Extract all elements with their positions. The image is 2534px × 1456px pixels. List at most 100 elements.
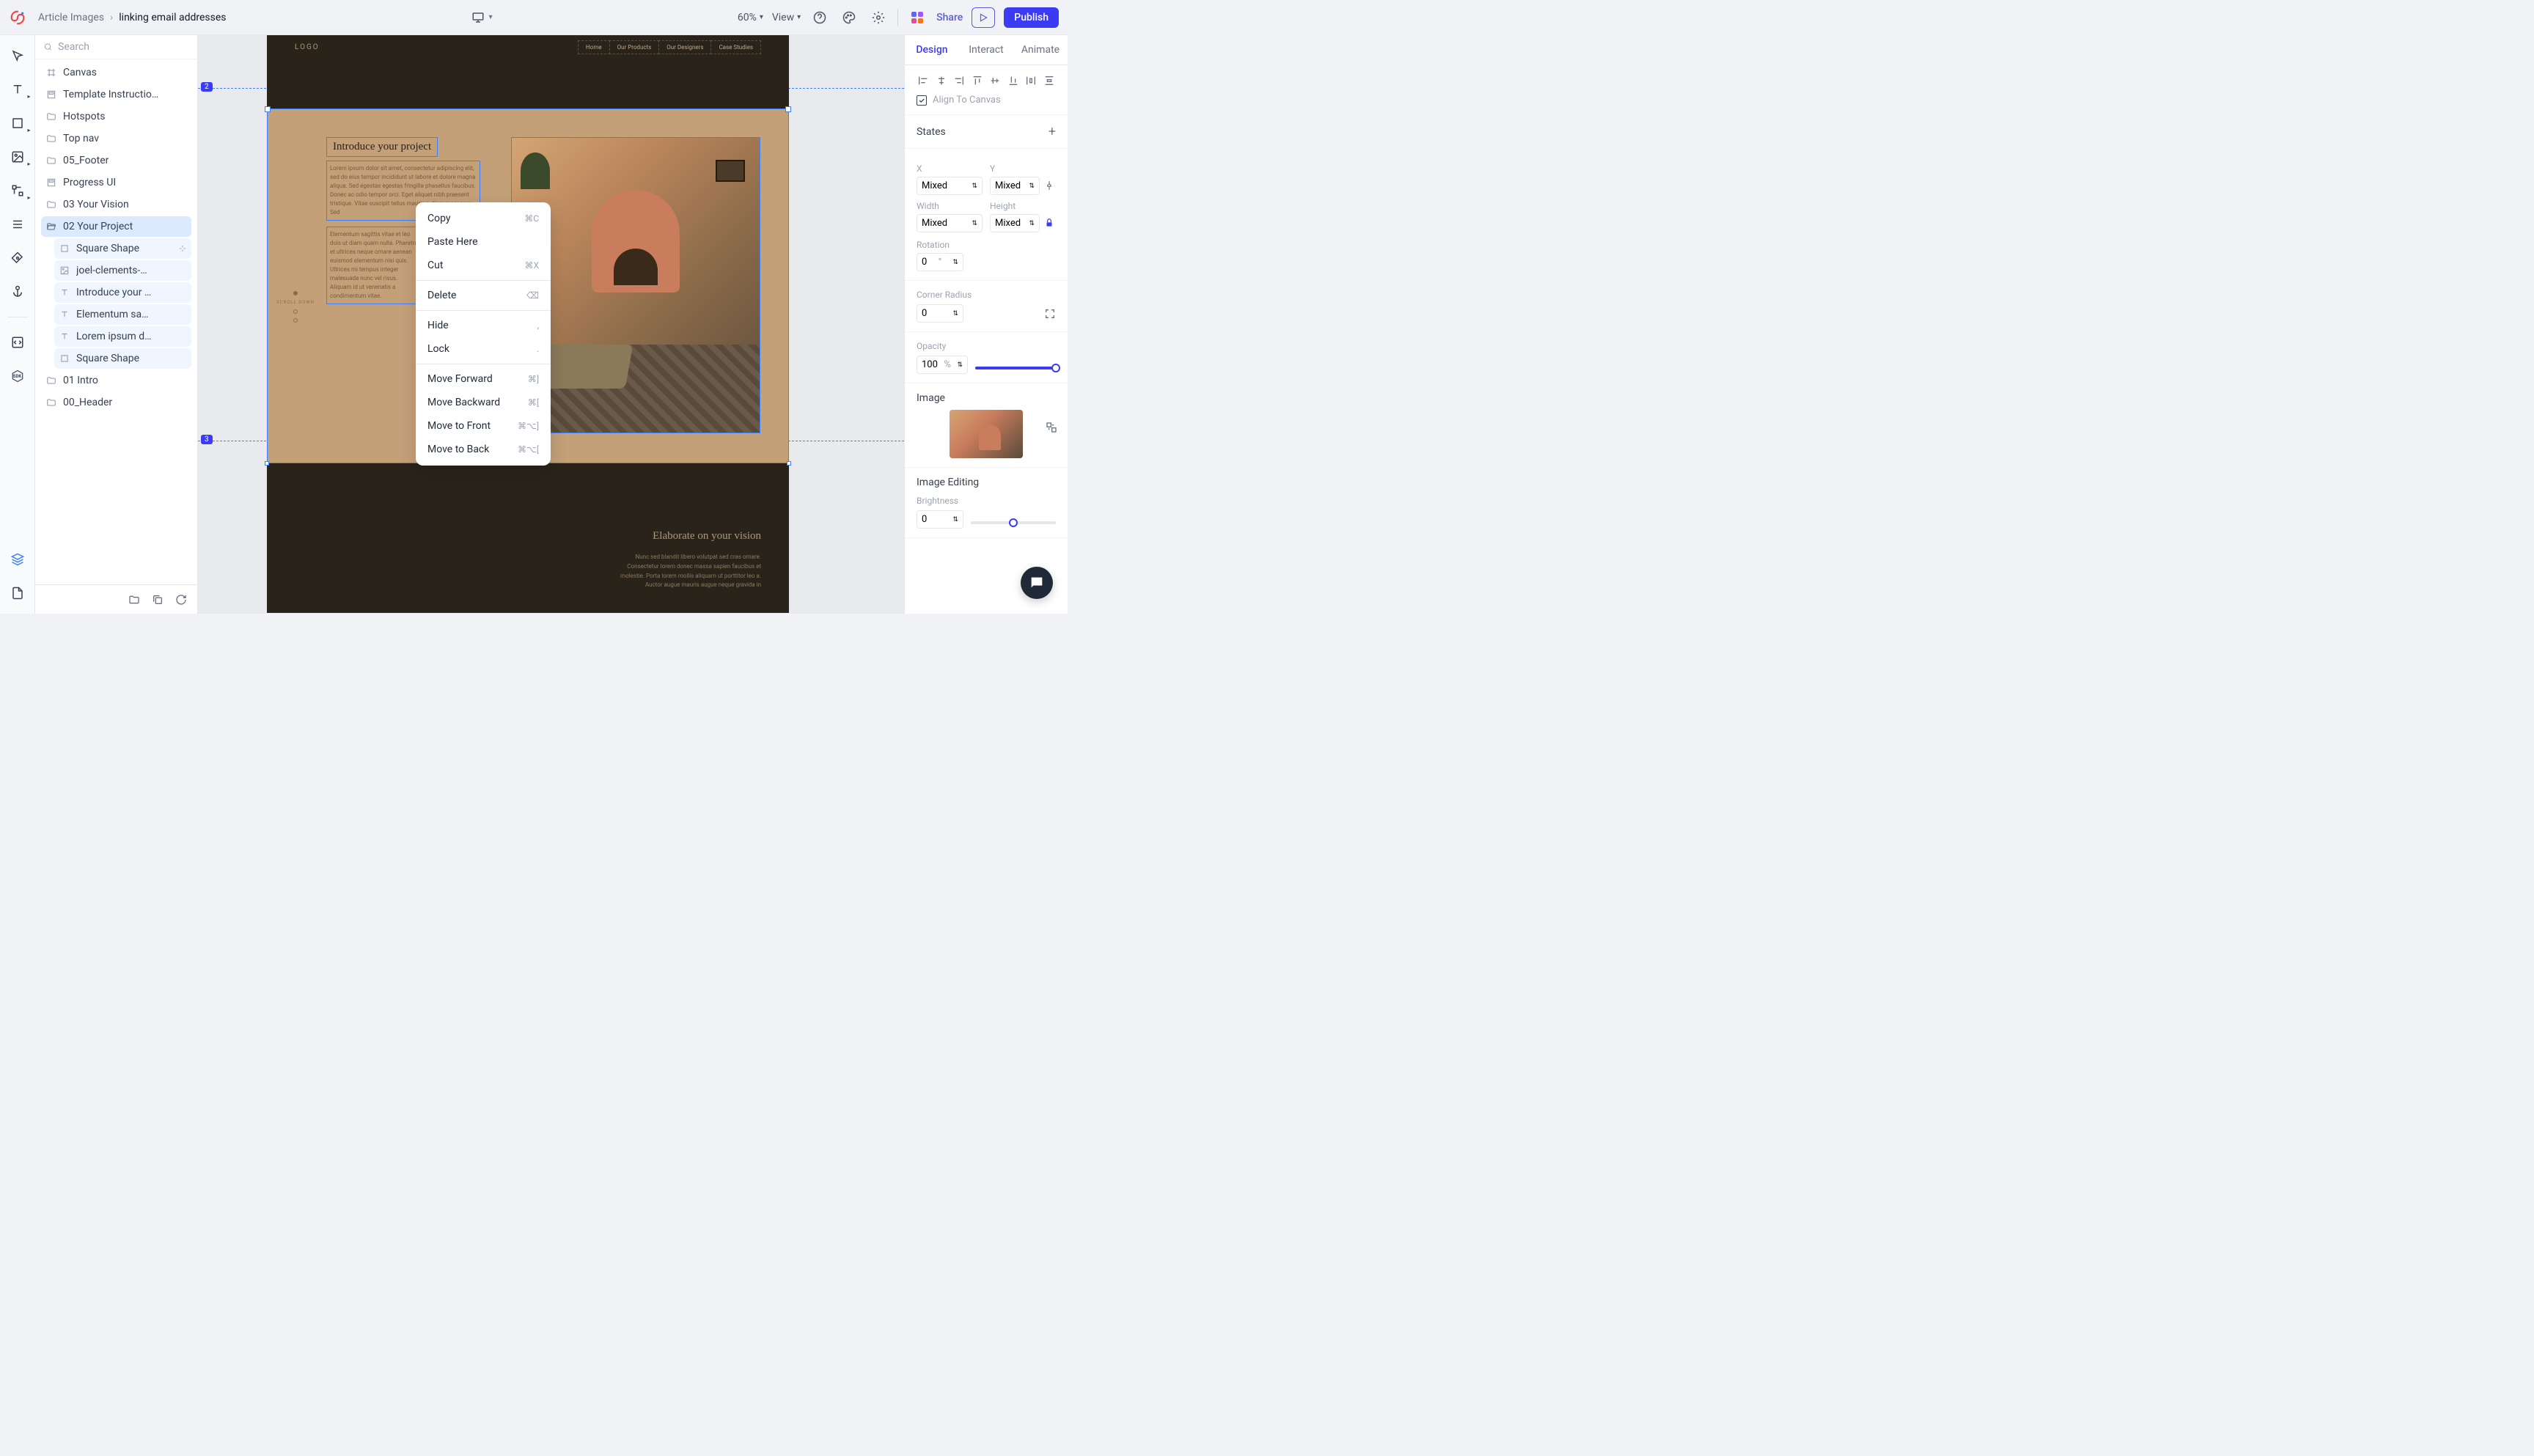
device-icon[interactable] bbox=[471, 11, 485, 24]
align-right-icon[interactable] bbox=[952, 74, 966, 87]
image-tool[interactable]: ▸ bbox=[9, 148, 26, 166]
opacity-input[interactable]: 100%⇅ bbox=[917, 356, 968, 374]
align-top-icon[interactable] bbox=[971, 74, 984, 87]
layer-item[interactable]: Hotspots bbox=[41, 106, 191, 127]
x-input[interactable]: Mixed⇅ bbox=[917, 177, 983, 195]
lines-tool[interactable] bbox=[9, 216, 26, 233]
shape-tool[interactable]: ▸ bbox=[9, 114, 26, 132]
layer-item[interactable]: 03 Your Vision bbox=[41, 194, 191, 215]
tab-design[interactable]: Design bbox=[905, 35, 959, 65]
canvas-area[interactable]: 2 3 LOGO HomeOur ProductsOur DesignersCa… bbox=[198, 35, 904, 614]
menu-item[interactable]: Delete⌫ bbox=[416, 284, 551, 307]
nav-item[interactable]: Case Studies bbox=[710, 40, 761, 54]
vision-paragraph: Nunc sed blandit libero volutpat sed cra… bbox=[614, 553, 761, 590]
select-tool[interactable] bbox=[9, 47, 26, 65]
brightness-input[interactable]: 0⇅ bbox=[917, 510, 963, 529]
path-tool[interactable]: ▸ bbox=[9, 182, 26, 199]
y-input[interactable]: Mixed⇅ bbox=[990, 177, 1040, 195]
text-tool[interactable]: ▸ bbox=[9, 81, 26, 98]
align-middle-icon[interactable] bbox=[988, 74, 1002, 87]
distribute-v-icon[interactable] bbox=[1043, 74, 1056, 87]
align-bottom-icon[interactable] bbox=[1007, 74, 1020, 87]
add-state-icon[interactable]: + bbox=[1049, 124, 1056, 139]
zoom-control[interactable]: 60% ▾ bbox=[738, 12, 763, 23]
brightness-slider[interactable] bbox=[971, 521, 1056, 524]
rotation-input[interactable]: 0°⇅ bbox=[917, 253, 963, 271]
pages-icon[interactable] bbox=[9, 584, 26, 602]
layer-item[interactable]: Progress UI bbox=[41, 172, 191, 193]
view-menu[interactable]: View ▾ bbox=[772, 12, 801, 23]
chat-bubble[interactable] bbox=[1021, 567, 1053, 599]
layer-item[interactable]: Canvas bbox=[41, 62, 191, 83]
distribute-h-icon[interactable] bbox=[1024, 74, 1038, 87]
lock-icon[interactable] bbox=[1044, 218, 1056, 229]
share-button[interactable]: Share bbox=[936, 12, 963, 23]
app-logo[interactable] bbox=[9, 9, 26, 26]
corner-radius-input[interactable]: 0⇅ bbox=[917, 304, 963, 323]
folder-icon[interactable] bbox=[128, 594, 140, 606]
checkbox-icon[interactable] bbox=[917, 95, 927, 106]
sdk-tool[interactable]: SDK bbox=[9, 367, 26, 385]
menu-item-label: Move Backward bbox=[427, 397, 500, 408]
nav-item[interactable]: Home bbox=[578, 40, 610, 54]
publish-button[interactable]: Publish bbox=[1004, 7, 1059, 28]
nav-item[interactable]: Our Designers bbox=[658, 40, 711, 54]
layers-icon[interactable] bbox=[9, 551, 26, 568]
width-input[interactable]: Mixed⇅ bbox=[917, 214, 983, 232]
tab-animate[interactable]: Animate bbox=[1013, 35, 1068, 65]
menu-item[interactable]: Move to Front⌘⌥] bbox=[416, 414, 551, 438]
swap-image-icon[interactable] bbox=[1046, 422, 1057, 433]
opacity-slider[interactable] bbox=[975, 367, 1056, 369]
apps-icon[interactable] bbox=[907, 7, 928, 28]
breadcrumb-current[interactable]: linking email addresses bbox=[119, 12, 226, 23]
align-left-icon[interactable] bbox=[917, 74, 930, 87]
anchor-tool[interactable] bbox=[9, 283, 26, 301]
menu-item[interactable]: Hide, bbox=[416, 314, 551, 337]
menu-item[interactable]: Paste Here bbox=[416, 230, 551, 254]
tab-interact[interactable]: Interact bbox=[959, 35, 1013, 65]
breadcrumb-parent[interactable]: Article Images bbox=[38, 12, 104, 23]
height-input[interactable]: Mixed⇅ bbox=[990, 214, 1040, 232]
layer-item[interactable]: 05_Footer bbox=[41, 150, 191, 171]
selection-handle[interactable] bbox=[265, 461, 269, 466]
intro-title[interactable]: Introduce your project bbox=[326, 137, 438, 157]
selection-handle[interactable] bbox=[787, 461, 791, 466]
chevron-down-icon[interactable]: ▾ bbox=[489, 13, 493, 21]
menu-item[interactable]: Copy⌘C bbox=[416, 207, 551, 230]
layer-item[interactable]: Elementum sa… bbox=[54, 304, 191, 325]
layer-label: Progress UI bbox=[63, 177, 116, 188]
layer-item[interactable]: Template Instructio… bbox=[41, 84, 191, 105]
menu-item[interactable]: Move Backward⌘[ bbox=[416, 391, 551, 414]
layer-item[interactable]: Square Shape bbox=[54, 238, 191, 259]
pen-tool[interactable] bbox=[9, 249, 26, 267]
align-center-h-icon[interactable] bbox=[935, 74, 948, 87]
menu-item-label: Delete bbox=[427, 290, 456, 301]
layer-item[interactable]: Square Shape bbox=[54, 348, 191, 369]
layer-item[interactable]: joel-clements-… bbox=[54, 260, 191, 281]
embed-tool[interactable] bbox=[9, 334, 26, 351]
layer-item[interactable]: Introduce your … bbox=[54, 282, 191, 303]
menu-item[interactable]: Cut⌘X bbox=[416, 254, 551, 277]
layer-item[interactable]: 02 Your Project bbox=[41, 216, 191, 237]
menu-item[interactable]: Move to Back⌘⌥[ bbox=[416, 438, 551, 461]
layer-item[interactable]: Top nav bbox=[41, 128, 191, 149]
square-icon bbox=[59, 353, 70, 364]
help-icon[interactable] bbox=[809, 7, 830, 28]
search-input[interactable] bbox=[58, 41, 188, 53]
menu-item[interactable]: Move Forward⌘] bbox=[416, 367, 551, 391]
image-thumbnail[interactable] bbox=[950, 410, 1023, 458]
layer-item[interactable]: 01 Intro bbox=[41, 370, 191, 391]
expand-corners-icon[interactable] bbox=[1044, 308, 1056, 320]
duplicate-icon[interactable] bbox=[152, 594, 164, 606]
layer-item[interactable]: 00_Header bbox=[41, 392, 191, 413]
palette-icon[interactable] bbox=[839, 7, 859, 28]
nav-item[interactable]: Our Products bbox=[609, 40, 660, 54]
intro-paragraph-2[interactable]: Elementum sagittis vitae et leo duis ut … bbox=[326, 227, 422, 304]
align-to-canvas[interactable]: Align To Canvas bbox=[917, 95, 1056, 106]
menu-item[interactable]: Lock. bbox=[416, 337, 551, 361]
layer-item[interactable]: Lorem ipsum d… bbox=[54, 326, 191, 347]
preview-button[interactable] bbox=[972, 7, 995, 28]
refresh-icon[interactable] bbox=[175, 594, 187, 606]
settings-icon[interactable] bbox=[868, 7, 889, 28]
pin-icon[interactable] bbox=[1044, 180, 1056, 192]
